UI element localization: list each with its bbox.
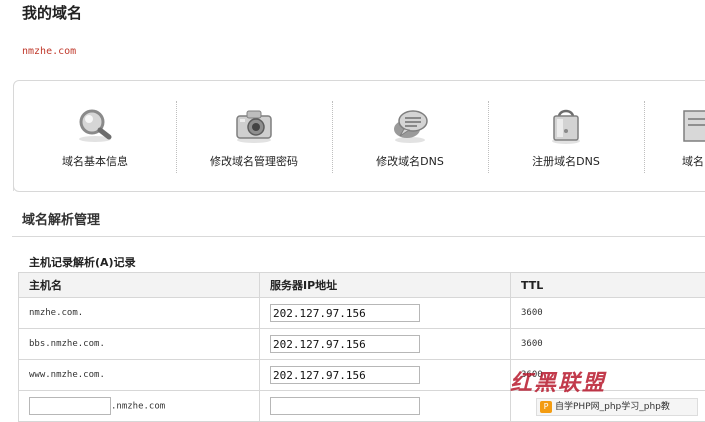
host-cell: www.nmzhe.com. — [19, 360, 260, 391]
host-suffix: .nmzhe.com — [111, 402, 165, 412]
document-icon — [680, 105, 705, 145]
php-icon: P — [540, 401, 552, 413]
new-host-cell: .nmzhe.com — [19, 391, 260, 422]
ip-input[interactable] — [270, 366, 420, 384]
ip-cell — [260, 298, 511, 329]
magnifier-icon — [75, 105, 115, 145]
section-divider — [12, 236, 705, 237]
php-banner-text: 自学PHP网_php学习_php教 — [555, 402, 670, 412]
tool-register-dns[interactable]: 注册域名DNS — [488, 81, 644, 191]
new-ip-input[interactable] — [270, 397, 420, 415]
tool-label: 修改域名管理密码 — [176, 153, 332, 169]
chat-bubble-icon — [390, 105, 430, 145]
watermark-logo: 红黑联盟 — [510, 365, 606, 397]
table-row: nmzhe.com. 3600 — [19, 298, 705, 329]
shopping-bag-icon — [546, 105, 586, 145]
host-cell: nmzhe.com. — [19, 298, 260, 329]
table-title: 主机记录解析(A)记录 — [29, 254, 136, 270]
camera-icon — [234, 105, 274, 145]
tool-label: 域名 — [682, 153, 705, 169]
ip-input[interactable] — [270, 304, 420, 322]
page-title: 我的域名 — [22, 2, 82, 23]
left-panel-edge — [0, 86, 14, 191]
table-header-row: 主机名 服务器IP地址 TTL — [19, 273, 705, 298]
header-ttl: TTL — [511, 273, 705, 298]
tool-label: 域名基本信息 — [14, 153, 176, 169]
php-banner[interactable]: P自学PHP网_php学习_php教 — [536, 398, 698, 416]
domain-name: nmzhe.com — [22, 46, 76, 57]
ttl-cell: 3600 — [511, 298, 705, 329]
header-ip: 服务器IP地址 — [260, 273, 511, 298]
tool-domain-info[interactable]: 域名基本信息 — [14, 81, 176, 191]
ip-input[interactable] — [270, 335, 420, 353]
domain-tools-panel: 域名基本信息 修改域名管理密码 修改域名DNS — [13, 80, 705, 192]
ip-cell — [260, 391, 511, 422]
ttl-cell: 3600 — [511, 329, 705, 360]
host-cell: bbs.nmzhe.com. — [19, 329, 260, 360]
tool-domain-more[interactable]: 域名 — [678, 81, 705, 191]
divider — [644, 101, 645, 173]
table-row: bbs.nmzhe.com. 3600 — [19, 329, 705, 360]
tool-label: 注册域名DNS — [488, 153, 644, 169]
tool-label: 修改域名DNS — [332, 153, 488, 169]
section-title: 域名解析管理 — [22, 209, 100, 228]
header-host: 主机名 — [19, 273, 260, 298]
new-host-input[interactable] — [29, 397, 111, 415]
ip-cell — [260, 360, 511, 391]
tool-change-dns[interactable]: 修改域名DNS — [332, 81, 488, 191]
tool-change-password[interactable]: 修改域名管理密码 — [176, 81, 332, 191]
ip-cell — [260, 329, 511, 360]
